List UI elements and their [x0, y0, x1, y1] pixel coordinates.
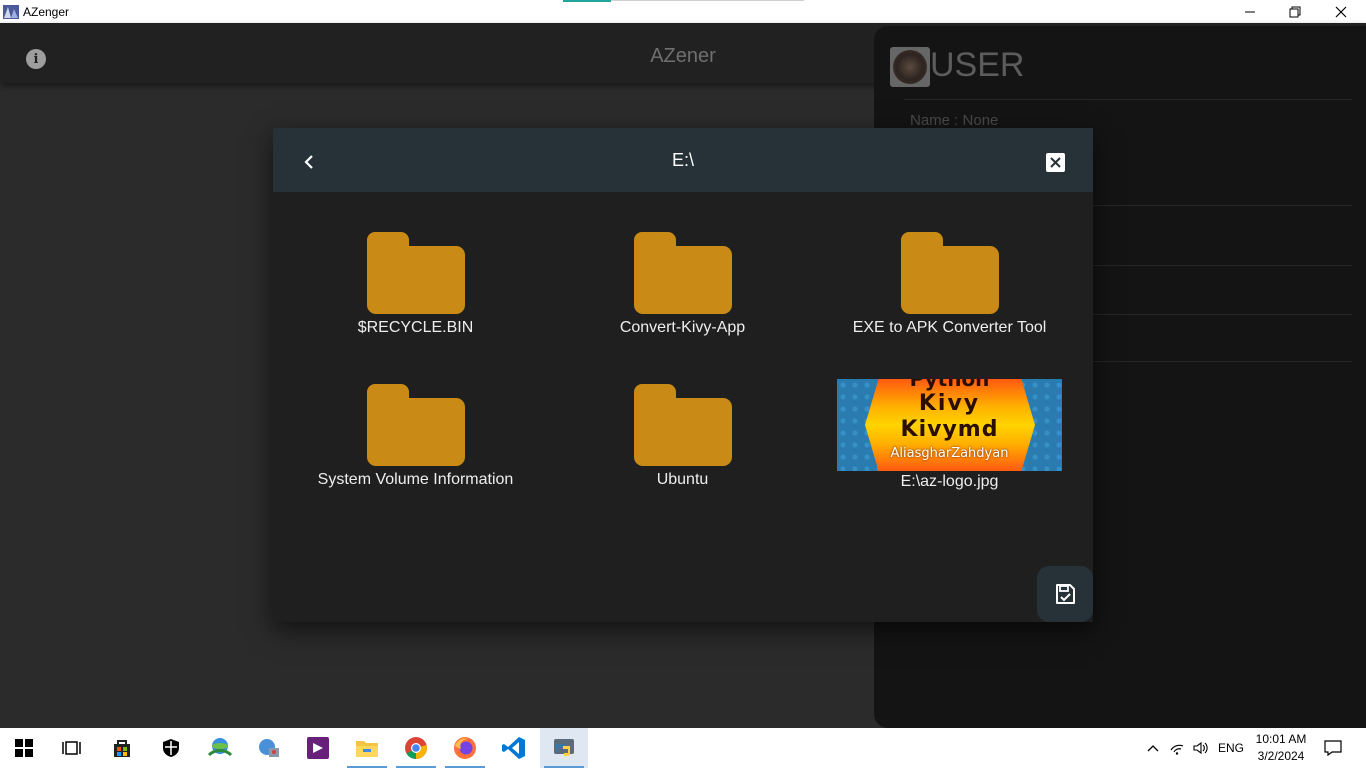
drawer-name-line: Name : None — [910, 112, 999, 129]
taskbar-visual-studio[interactable] — [294, 728, 342, 768]
chevron-up-icon — [1147, 745, 1159, 752]
start-icon — [15, 739, 33, 757]
titlebar-accent — [563, 0, 611, 2]
store-icon — [114, 740, 130, 757]
firefox-icon — [454, 737, 476, 759]
file-item-recycle-bin[interactable]: $RECYCLE.BIN — [282, 228, 549, 368]
file-item-label: EXE to APK Converter Tool — [852, 319, 1047, 336]
save-check-icon — [1056, 584, 1075, 604]
file-item-label: $RECYCLE.BIN — [357, 319, 474, 336]
thumbnail-text-kivy: Kivy — [918, 391, 981, 416]
file-item-system-volume-information[interactable]: System Volume Information — [282, 380, 549, 520]
close-icon — [1335, 6, 1347, 17]
visual-studio-icon — [307, 737, 329, 759]
file-item-convert-kivy-app[interactable]: Convert-Kivy-App — [549, 228, 816, 368]
restore-button[interactable] — [1272, 0, 1318, 23]
vscode-icon — [502, 737, 525, 759]
clock-time: 10:01 AM — [1255, 732, 1307, 746]
file-chooser-dialog: E:\ $RECYCLE.BIN Convert-Kivy-App EXE to… — [273, 128, 1093, 622]
thumbnail-text-python: Python — [909, 379, 990, 391]
network-tray-button[interactable] — [1167, 728, 1189, 768]
window-titlebar: AZenger — [0, 0, 1366, 23]
python-icon — [554, 739, 574, 756]
close-icon — [1050, 157, 1061, 168]
drawer-user-title: USER — [930, 46, 1025, 84]
idm-icon — [207, 738, 233, 757]
folder-icon — [900, 232, 999, 314]
folder-icon — [366, 232, 465, 314]
network-app-icon — [259, 739, 279, 757]
language-indicator[interactable]: ENG — [1214, 728, 1248, 768]
current-path: E:\ — [671, 150, 694, 170]
taskbar-idm[interactable] — [196, 728, 244, 768]
taskbar: ENG 10:01 AM 3/2/2024 — [0, 728, 1366, 768]
dialog-header: E:\ — [273, 128, 1093, 192]
file-item-label: Ubuntu — [656, 471, 709, 488]
file-item-label: System Volume Information — [317, 471, 514, 488]
app-icon — [3, 4, 19, 19]
task-view-icon — [62, 741, 81, 755]
save-button[interactable] — [1037, 566, 1093, 622]
restore-icon — [1289, 6, 1301, 17]
show-hidden-icons-button[interactable] — [1142, 728, 1164, 768]
drawer-divider — [904, 99, 1352, 100]
taskbar-file-explorer[interactable] — [343, 728, 391, 768]
file-item-az-logo[interactable]: Python Kivy Kivymd AliasgharZahdyan E:\a… — [816, 379, 1083, 519]
security-icon — [163, 739, 179, 757]
dialog-close-button[interactable] — [1046, 153, 1065, 172]
notification-icon — [1324, 740, 1342, 756]
folder-icon — [633, 384, 732, 466]
taskbar-vscode[interactable] — [490, 728, 538, 768]
file-item-exe-to-apk[interactable]: EXE to APK Converter Tool — [816, 228, 1083, 368]
close-window-button[interactable] — [1318, 0, 1364, 23]
avatar — [890, 47, 930, 87]
taskbar-firefox[interactable] — [441, 728, 489, 768]
thumbnail-text-author: AliasgharZahdyan — [890, 446, 1009, 461]
minimize-icon — [1245, 11, 1255, 12]
thumbnail-text-kivymd: Kivymd — [900, 417, 999, 442]
file-item-ubuntu[interactable]: Ubuntu — [549, 380, 816, 520]
file-item-label: Convert-Kivy-App — [619, 319, 746, 336]
window-title: AZenger — [23, 4, 70, 19]
task-view-button[interactable] — [48, 728, 96, 768]
titlebar-accent-divider — [611, 0, 804, 1]
taskbar-store[interactable] — [98, 728, 146, 768]
volume-icon — [1193, 741, 1208, 755]
volume-tray-button[interactable] — [1190, 728, 1212, 768]
file-explorer-icon — [356, 741, 378, 757]
notifications-button[interactable] — [1320, 728, 1346, 768]
image-thumbnail: Python Kivy Kivymd AliasgharZahdyan — [837, 379, 1062, 471]
clock-date: 3/2/2024 — [1257, 749, 1305, 763]
wifi-icon — [1170, 744, 1184, 755]
chrome-icon — [405, 737, 427, 759]
folder-icon — [366, 384, 465, 466]
taskbar-python[interactable] — [540, 728, 588, 768]
start-button[interactable] — [0, 728, 48, 768]
file-item-label: E:\az-logo.jpg — [900, 473, 999, 490]
minimize-button[interactable] — [1227, 0, 1273, 23]
folder-icon — [633, 232, 732, 314]
clock[interactable]: 10:01 AM 3/2/2024 — [1250, 731, 1312, 765]
taskbar-chrome[interactable] — [392, 728, 440, 768]
taskbar-network-app[interactable] — [245, 728, 293, 768]
taskbar-security[interactable] — [147, 728, 195, 768]
